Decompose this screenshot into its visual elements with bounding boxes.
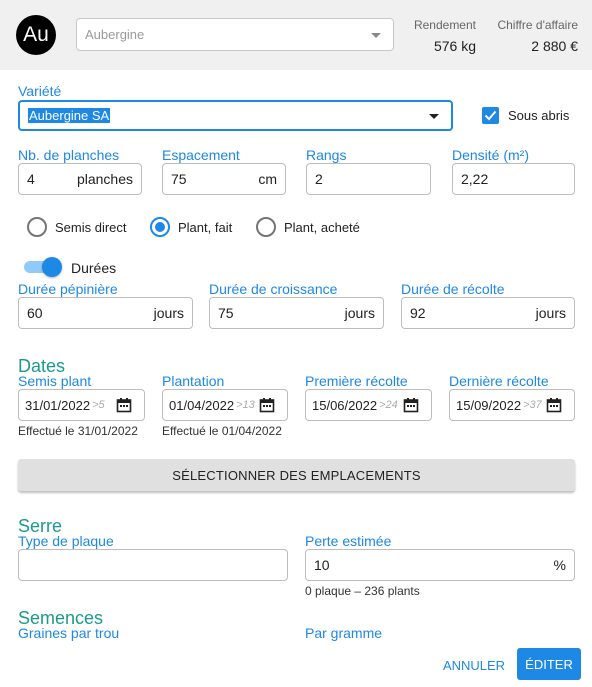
revenue-value: 2 880 € xyxy=(531,38,578,54)
variety-label: Variété xyxy=(18,83,62,99)
semis-plant-value: 31/01/2022 xyxy=(25,397,91,413)
derniere-recolte-date[interactable]: 15/09/2022 >37 xyxy=(449,389,575,421)
derniere-recolte-hint: >37 xyxy=(523,399,542,411)
rangs-label: Rangs xyxy=(306,147,347,163)
plantation-label: Plantation xyxy=(162,373,225,389)
par-gramme-label: Par gramme xyxy=(305,625,383,641)
espacement-label: Espacement xyxy=(162,147,240,163)
densite-field[interactable]: 2,22 xyxy=(452,163,575,195)
duree-croissance-value: 75 xyxy=(218,305,234,321)
plaque-type-label: Type de plaque xyxy=(18,533,114,549)
revenue-label: Chiffre d'affaire xyxy=(497,18,578,32)
graines-par-trou-label: Graines par trou xyxy=(18,625,120,641)
perte-estimee-note: 0 plaque – 236 plants xyxy=(305,584,420,598)
rangs-field[interactable]: 2 xyxy=(306,163,431,195)
calendar-icon[interactable] xyxy=(546,397,562,413)
duree-recolte-field[interactable]: 92 jours xyxy=(401,297,575,329)
radio-plant-achete-label: Plant, acheté xyxy=(284,220,360,235)
sous-abris-label: Sous abris xyxy=(508,108,570,123)
semis-plant-hint: >5 xyxy=(92,399,105,411)
perte-estimee-value: 10 xyxy=(314,557,330,573)
sous-abris-checkbox[interactable] xyxy=(482,107,499,124)
duree-croissance-field[interactable]: 75 jours xyxy=(209,297,384,329)
check-icon xyxy=(484,110,497,121)
chevron-down-icon xyxy=(371,33,381,38)
durees-toggle-label: Durées xyxy=(71,260,117,276)
espacement-unit: cm xyxy=(258,171,277,187)
semis-plant-date[interactable]: 31/01/2022 >5 xyxy=(18,389,145,421)
densite-label: Densité (m²) xyxy=(452,147,530,163)
calendar-icon[interactable] xyxy=(403,397,419,413)
calendar-icon[interactable] xyxy=(259,397,275,413)
nb-planches-unit: planches xyxy=(76,171,133,187)
edit-button[interactable]: ÉDITER xyxy=(517,648,581,680)
radio-semis-direct[interactable] xyxy=(27,217,47,237)
perte-estimee-unit: % xyxy=(553,557,566,573)
espacement-field[interactable]: 75 cm xyxy=(162,163,286,195)
crop-select[interactable]: Aubergine xyxy=(76,18,394,51)
plantation-hint: >13 xyxy=(236,399,255,411)
radio-plant-fait-label: Plant, fait xyxy=(178,220,233,235)
plaque-type-field[interactable] xyxy=(18,549,288,581)
durees-toggle-knob[interactable] xyxy=(42,257,62,277)
duree-pepiniere-field[interactable]: 60 jours xyxy=(18,297,193,329)
premiere-recolte-label: Première récolte xyxy=(305,373,408,389)
plantation-note: Effectué le 01/04/2022 xyxy=(162,424,282,438)
radio-plant-fait[interactable] xyxy=(150,217,170,237)
perte-estimee-label: Perte estimée xyxy=(305,533,392,549)
plantation-value: 01/04/2022 xyxy=(169,397,235,413)
chevron-down-icon xyxy=(429,114,439,119)
perte-estimee-field[interactable]: 10 % xyxy=(305,549,575,581)
calendar-icon[interactable] xyxy=(116,397,132,413)
crop-avatar: Au xyxy=(16,15,56,55)
duree-pepiniere-value: 60 xyxy=(27,305,43,321)
header-bar: Au Aubergine Rendement 576 kg Chiffre d'… xyxy=(0,0,592,70)
premiere-recolte-date[interactable]: 15/06/2022 >24 xyxy=(305,389,432,421)
derniere-recolte-label: Dernière récolte xyxy=(449,373,549,389)
espacement-value: 75 xyxy=(171,171,187,187)
premiere-recolte-value: 15/06/2022 xyxy=(312,397,378,413)
derniere-recolte-value: 15/09/2022 xyxy=(456,397,522,413)
duree-croissance-unit: jours xyxy=(344,305,375,321)
cancel-button[interactable]: ANNULER xyxy=(440,651,508,679)
select-locations-button[interactable]: SÉLECTIONNER DES EMPLACEMENTS xyxy=(18,459,575,491)
plantation-date[interactable]: 01/04/2022 >13 xyxy=(162,389,288,421)
duree-croissance-label: Durée de croissance xyxy=(209,281,338,297)
nb-planches-field[interactable]: 4 planches xyxy=(18,163,142,195)
radio-plant-achete[interactable] xyxy=(256,217,276,237)
duree-pepiniere-label: Durée pépinière xyxy=(18,281,118,297)
variety-value: Aubergine SA xyxy=(28,108,111,123)
duree-recolte-label: Durée de récolte xyxy=(401,281,505,297)
semis-plant-note: Effectué le 31/01/2022 xyxy=(18,424,138,438)
yield-stat: Rendement 576 kg xyxy=(404,18,476,54)
nb-planches-label: Nb. de planches xyxy=(18,147,120,163)
variety-select[interactable]: Aubergine SA xyxy=(18,100,453,131)
radio-semis-direct-label: Semis direct xyxy=(55,220,127,235)
duree-pepiniere-unit: jours xyxy=(153,305,184,321)
premiere-recolte-hint: >24 xyxy=(379,399,398,411)
crop-select-value: Aubergine xyxy=(85,27,145,42)
duree-recolte-value: 92 xyxy=(410,305,426,321)
revenue-stat: Chiffre d'affaire 2 880 € xyxy=(486,18,578,54)
yield-label: Rendement xyxy=(413,18,476,32)
nb-planches-value: 4 xyxy=(27,171,35,187)
densite-value: 2,22 xyxy=(461,171,489,187)
rangs-value: 2 xyxy=(315,171,323,187)
yield-value: 576 kg xyxy=(433,38,476,54)
semis-plant-label: Semis plant xyxy=(18,373,92,389)
duree-recolte-unit: jours xyxy=(535,305,566,321)
